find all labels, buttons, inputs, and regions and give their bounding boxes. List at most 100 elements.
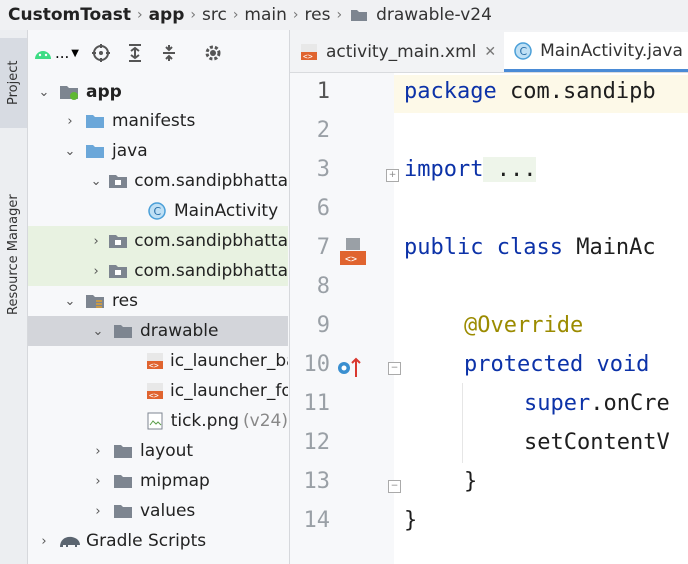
java-class-icon: C bbox=[146, 202, 168, 220]
package-icon bbox=[108, 232, 128, 250]
locate-icon[interactable] bbox=[84, 38, 118, 68]
breadcrumb-src[interactable]: src bbox=[202, 5, 227, 25]
code-line-1[interactable]: package com.sandipb bbox=[404, 79, 656, 104]
line-number: 13 bbox=[303, 469, 331, 494]
tree-label-manifests: manifests bbox=[112, 111, 196, 131]
chevron-down-icon[interactable]: ⌄ bbox=[90, 173, 102, 189]
tree-label-package-3: com.sandipbhatta bbox=[134, 261, 288, 281]
code-line-12[interactable]: setContentV bbox=[524, 430, 670, 455]
project-panel: ... ▼ ⌄ app › manifests ⌄ java ⌄ com.san… bbox=[28, 30, 288, 564]
tree-node-ic-launcher-background[interactable]: <> ic_launcher_ba bbox=[28, 346, 288, 376]
line-number: 1 bbox=[316, 79, 330, 104]
fold-minus-icon[interactable]: − bbox=[388, 480, 401, 493]
chevron-right-icon[interactable]: › bbox=[90, 503, 106, 519]
breadcrumb-res[interactable]: res bbox=[305, 5, 331, 25]
code-folded-imports[interactable]: ... bbox=[483, 157, 537, 182]
tree-node-gradle-scripts[interactable]: › Gradle Scripts bbox=[28, 526, 288, 556]
code-keyword: import bbox=[404, 157, 484, 182]
tree-label-gradle-scripts: Gradle Scripts bbox=[86, 531, 207, 551]
chevron-right-icon[interactable]: › bbox=[90, 233, 102, 249]
chevron-right-icon[interactable]: › bbox=[90, 443, 106, 459]
code-text: MainAc bbox=[562, 235, 656, 260]
chevron-down-icon[interactable]: ⌄ bbox=[62, 143, 78, 159]
code-line-10[interactable]: protected void bbox=[464, 352, 649, 377]
tree-node-res[interactable]: ⌄ res bbox=[28, 286, 288, 316]
close-icon[interactable]: ✕ bbox=[484, 44, 496, 60]
tab-activity-main-xml[interactable]: <> activity_main.xml ✕ bbox=[290, 32, 504, 72]
indent-guide bbox=[462, 383, 463, 463]
code-keyword: package bbox=[404, 79, 497, 104]
tree-node-package-1[interactable]: ⌄ com.sandipbhatta bbox=[28, 166, 288, 196]
tree-node-app[interactable]: ⌄ app bbox=[28, 77, 288, 107]
line-number: 11 bbox=[303, 391, 331, 416]
chevron-right-icon: › bbox=[232, 7, 239, 23]
tree-node-drawable[interactable]: ⌄ drawable bbox=[28, 316, 288, 346]
tree-node-mainactivity[interactable]: C MainActivity bbox=[28, 196, 288, 226]
collapse-all-icon[interactable] bbox=[152, 38, 186, 68]
chevron-down-icon: ▼ bbox=[71, 47, 79, 59]
chevron-down-icon[interactable]: ⌄ bbox=[90, 323, 106, 339]
layout-link-icon[interactable]: <> bbox=[338, 237, 368, 271]
tree-node-java[interactable]: ⌄ java bbox=[28, 136, 288, 166]
tree-node-package-3[interactable]: › com.sandipbhatta bbox=[28, 256, 288, 286]
resource-manager-tab-label: Resource Manager bbox=[6, 194, 21, 316]
chevron-right-icon[interactable]: › bbox=[62, 113, 78, 129]
project-toolbar: ... ▼ bbox=[28, 30, 288, 76]
code-line-7[interactable]: public class MainAc bbox=[404, 235, 656, 260]
tree-node-manifests[interactable]: › manifests bbox=[28, 106, 288, 136]
chevron-right-icon[interactable]: › bbox=[90, 263, 102, 279]
line-number: 14 bbox=[303, 508, 331, 533]
chevron-down-icon[interactable]: ⌄ bbox=[36, 84, 52, 100]
gear-icon[interactable] bbox=[196, 38, 230, 68]
tree-node-tick-png[interactable]: tick.png (v24) bbox=[28, 406, 288, 436]
chevron-right-icon[interactable]: › bbox=[90, 473, 106, 489]
module-folder-icon bbox=[58, 83, 80, 101]
code-line-3[interactable]: import ... bbox=[404, 157, 537, 182]
java-class-icon: C bbox=[512, 41, 534, 60]
tree-node-ic-launcher-foreground[interactable]: <> ic_launcher_for bbox=[28, 376, 288, 406]
chevron-right-icon: › bbox=[136, 7, 143, 23]
svg-text:<>: <> bbox=[149, 361, 159, 370]
fold-minus-icon[interactable]: − bbox=[388, 362, 401, 375]
breadcrumb-main[interactable]: main bbox=[244, 5, 286, 25]
tree-label-package-2: com.sandipbhatta bbox=[134, 231, 288, 251]
line-number: 9 bbox=[316, 313, 330, 338]
folder-icon bbox=[84, 112, 106, 130]
tree-node-mipmap[interactable]: › mipmap bbox=[28, 466, 288, 496]
code-annotation: @Override bbox=[464, 313, 584, 338]
tab-mainactivity-java[interactable]: C MainActivity.java bbox=[504, 32, 688, 72]
resource-manager-tool-tab[interactable]: Resource Manager bbox=[0, 180, 27, 330]
view-mode-dropdown[interactable]: ... ▼ bbox=[28, 38, 84, 68]
chevron-down-icon[interactable]: ⌄ bbox=[62, 293, 78, 309]
svg-text:<>: <> bbox=[149, 391, 159, 400]
tree-label-package-1: com.sandipbhatta bbox=[134, 171, 288, 191]
package-icon bbox=[108, 172, 128, 190]
project-tool-tab[interactable]: Project bbox=[0, 38, 27, 128]
svg-text:<>: <> bbox=[303, 52, 313, 61]
expand-all-icon[interactable] bbox=[118, 38, 152, 68]
chevron-right-icon: › bbox=[292, 7, 299, 23]
tree-label-layout: layout bbox=[140, 441, 194, 461]
line-number: 10 bbox=[303, 352, 331, 377]
tree-node-values[interactable]: › values bbox=[28, 496, 288, 526]
code-line-14[interactable]: } bbox=[404, 508, 417, 533]
tree-node-layout[interactable]: › layout bbox=[28, 436, 288, 466]
chevron-right-icon: › bbox=[190, 7, 196, 23]
tree-node-package-2[interactable]: › com.sandipbhatta bbox=[28, 226, 288, 256]
code-line-11[interactable]: super.onCre bbox=[524, 391, 670, 416]
code-text: com.sandipb bbox=[496, 79, 656, 104]
line-number: 2 bbox=[316, 118, 330, 143]
fold-plus-icon[interactable]: + bbox=[386, 169, 399, 182]
code-text: } bbox=[464, 469, 478, 494]
code-line-9[interactable]: @Override bbox=[464, 313, 583, 338]
tab-label: MainActivity.java bbox=[540, 40, 683, 61]
code-line-13[interactable]: } bbox=[464, 469, 477, 494]
breadcrumb-module[interactable]: app bbox=[149, 5, 185, 25]
override-marker-icon[interactable] bbox=[336, 355, 362, 383]
chevron-right-icon[interactable]: › bbox=[36, 533, 52, 549]
breadcrumb-project[interactable]: CustomToast bbox=[8, 5, 131, 25]
folder-icon bbox=[348, 6, 370, 24]
xml-file-icon: <> bbox=[146, 352, 164, 370]
tree-qualifier-v24: (v24) bbox=[243, 411, 288, 431]
breadcrumb-folder[interactable]: drawable-v24 bbox=[376, 5, 492, 25]
